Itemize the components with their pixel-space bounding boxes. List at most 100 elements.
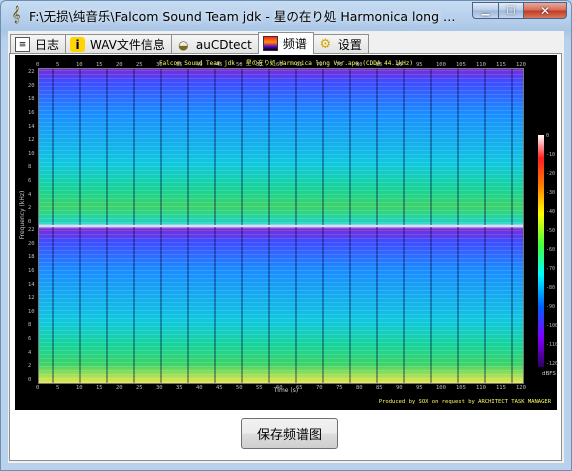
colorbar-label: 0 xyxy=(546,133,550,139)
spectrogram-icon xyxy=(262,36,278,51)
x-tick-bottom: 100 xyxy=(436,385,446,391)
client-area: ≡ 日志 i WAV文件信息 ◒ auCDtect 频谱 ⚙ 设置 Falcom… xyxy=(8,31,564,463)
x-tick-bottom: 105 xyxy=(456,385,466,391)
colorbar-label: -90 xyxy=(546,304,556,310)
x-tick-bottom: 110 xyxy=(476,385,486,391)
x-tick-bottom: 95 xyxy=(416,385,423,391)
maximize-button[interactable]: □ xyxy=(498,2,523,19)
minimize-icon: ▁ xyxy=(481,4,490,16)
y-tick: 18 xyxy=(28,96,35,103)
colorbar-label: -10 xyxy=(546,152,556,158)
tab-label: 设置 xyxy=(337,38,362,52)
y-axis-title: Frequency (kHz) xyxy=(19,190,26,240)
tab-label: 频谱 xyxy=(282,37,307,51)
tab-settings[interactable]: ⚙ 设置 xyxy=(312,34,369,54)
x-tick-top: 90 xyxy=(396,62,403,68)
x-tick-top: 95 xyxy=(416,62,423,68)
y-tick: 4 xyxy=(28,191,32,198)
x-tick-bottom: 60 xyxy=(276,385,283,391)
info-icon: i xyxy=(70,37,86,52)
x-tick-bottom: 15 xyxy=(96,385,103,391)
x-tick-bottom: 120 xyxy=(516,385,526,391)
x-tick-top: 105 xyxy=(456,62,466,68)
x-tick-top: 80 xyxy=(356,62,363,68)
close-icon: ✕ xyxy=(539,3,551,18)
x-tick-top: 50 xyxy=(236,62,243,68)
y-tick: 6 xyxy=(28,336,32,343)
y-tick: 22 xyxy=(28,69,35,75)
x-tick-top: 20 xyxy=(116,62,123,68)
x-tick-bottom: 65 xyxy=(296,385,303,391)
x-tick-bottom: 115 xyxy=(496,385,506,391)
log-icon: ≡ xyxy=(15,37,30,52)
app-window: 𝄞 F:\无损\纯音乐\Falcom Sound Team jdk - 星の在り… xyxy=(0,0,572,471)
x-tick-bottom: 40 xyxy=(196,385,203,391)
y-tick: 18 xyxy=(28,254,35,261)
colorbar-label: -30 xyxy=(546,190,556,196)
settings-icon: ⚙ xyxy=(319,37,332,52)
x-tick-top: 30 xyxy=(156,62,163,68)
x-tick-top: 25 xyxy=(136,62,143,68)
treble-clef-icon: 𝄞 xyxy=(11,5,21,23)
y-tick: 2 xyxy=(28,205,32,212)
colorbar-label: -50 xyxy=(546,228,556,234)
x-tick-bottom: 55 xyxy=(256,385,263,391)
y-tick: 20 xyxy=(28,82,35,89)
x-tick-bottom: 50 xyxy=(236,385,243,391)
x-tick-top: 65 xyxy=(296,62,303,68)
x-tick-bottom: 75 xyxy=(336,385,343,391)
y-tick: 10 xyxy=(28,150,35,157)
spectrogram-image: Falcom Sound Team jdk - 星の在り処 Harmonica … xyxy=(15,55,559,410)
x-tick-top: 70 xyxy=(316,62,323,68)
colorbar-label: -40 xyxy=(546,209,556,215)
x-tick-top: 0 xyxy=(36,62,40,68)
tab-label: 日志 xyxy=(35,38,60,52)
colorbar-label: -100 xyxy=(546,323,559,329)
colorbar-label: -80 xyxy=(546,285,556,291)
x-tick-top: 45 xyxy=(216,62,223,68)
tab-strip: ≡ 日志 i WAV文件信息 ◒ auCDtect 频谱 ⚙ 设置 xyxy=(10,32,369,54)
x-tick-top: 85 xyxy=(376,62,383,68)
colorbar-label: -120 xyxy=(546,361,559,367)
x-tick-bottom: 70 xyxy=(316,385,323,391)
x-tick-top: 75 xyxy=(336,62,343,68)
x-tick-bottom: 90 xyxy=(396,385,403,391)
tab-spectrogram[interactable]: 频谱 xyxy=(257,32,314,54)
x-tick-bottom: 0 xyxy=(36,385,40,391)
window-controls: ▁ □ ✕ xyxy=(472,2,567,20)
tab-log[interactable]: ≡ 日志 xyxy=(10,34,67,54)
y-tick: 4 xyxy=(28,349,32,356)
spectrogram-panel: Falcom Sound Team jdk - 星の在り処 Harmonica … xyxy=(9,53,562,461)
x-tick-top: 40 xyxy=(196,62,203,68)
x-tick-top: 35 xyxy=(176,62,183,68)
y-tick: 12 xyxy=(28,295,35,302)
y-tick: 2 xyxy=(28,363,32,370)
y-tick: 12 xyxy=(28,137,35,144)
x-tick-bottom: 10 xyxy=(76,385,83,391)
title-bar[interactable]: 𝄞 F:\无损\纯音乐\Falcom Sound Team jdk - 星の在り… xyxy=(1,1,571,27)
y-tick: 16 xyxy=(28,267,35,274)
x-tick-top: 5 xyxy=(56,62,60,68)
spectrogram-plot xyxy=(38,68,524,384)
close-button[interactable]: ✕ xyxy=(523,2,567,19)
tab-label: auCDtect xyxy=(195,37,252,52)
x-tick-bottom: 20 xyxy=(116,385,123,391)
save-spectrogram-button[interactable]: 保存频谱图 xyxy=(241,418,338,449)
x-tick-bottom: 30 xyxy=(156,385,163,391)
colorbar-label: -70 xyxy=(546,266,556,272)
colorbar xyxy=(538,135,544,367)
y-tick: 10 xyxy=(28,308,35,315)
tab-wav-info[interactable]: i WAV文件信息 xyxy=(65,34,172,54)
y-tick: 16 xyxy=(28,109,35,116)
x-tick-top: 15 xyxy=(96,62,103,68)
colorbar-unit: dBFS xyxy=(542,371,556,377)
spectrogram-credit: Produced by SOX on request by ARCHITECT … xyxy=(378,399,551,405)
x-tick-bottom: 45 xyxy=(216,385,223,391)
y-tick: 8 xyxy=(28,164,32,171)
minimize-button[interactable]: ▁ xyxy=(472,2,498,19)
colorbar-label: -60 xyxy=(546,247,556,253)
y-tick: 20 xyxy=(28,240,35,247)
tab-aucdtect[interactable]: ◒ auCDtect xyxy=(170,34,259,54)
y-tick: 6 xyxy=(28,178,32,185)
tab-label: WAV文件信息 xyxy=(90,38,165,52)
